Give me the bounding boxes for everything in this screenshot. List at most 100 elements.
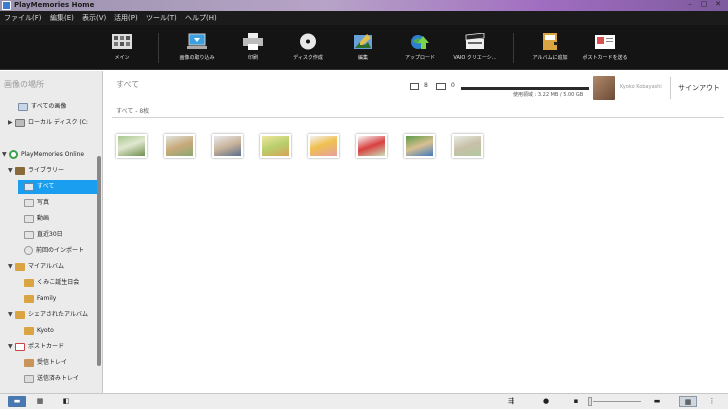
grid-view-icon[interactable]: ▦: [679, 396, 697, 407]
main-button[interactable]: メイン: [98, 25, 146, 70]
sidebar-item-label: 送信済みトレイ: [37, 375, 80, 382]
library-icon: [15, 166, 25, 175]
page-title: すべて: [116, 80, 140, 89]
sidebar-item-shared-albums[interactable]: ▼ シェアされたアルバム: [8, 308, 88, 322]
disk-icon: [15, 118, 25, 127]
sidebar-item-label: ポストカード: [28, 343, 65, 350]
export-icon[interactable]: ⇶: [502, 396, 520, 407]
menu-file[interactable]: ファイル(F): [4, 13, 42, 23]
sidebar-item-album-kumiko-birthday[interactable]: くみこ誕生日会: [24, 276, 79, 290]
import-button[interactable]: 画像の取り込み: [173, 25, 221, 70]
sidebar-item-playmemories-online[interactable]: ▼ PlayMemories Online: [2, 148, 84, 162]
video-icon: [24, 214, 34, 223]
account-name: Kyoko Kobayashi: [620, 84, 662, 90]
sidebar-item-last-import[interactable]: 前回のインポート: [24, 244, 84, 258]
postcard-folder-icon: [15, 342, 25, 351]
list-view-icon[interactable]: ⋮: [703, 396, 721, 407]
sidebar-item-library[interactable]: ▼ ライブラリー: [8, 164, 64, 178]
sidebar-item-sent[interactable]: 送信済みトレイ: [24, 372, 79, 386]
sidebar-item-my-album[interactable]: ▼ マイアルバム: [8, 260, 64, 274]
sidebar-heading: 画像の場所: [4, 80, 44, 89]
menu-tools[interactable]: ツール(T): [146, 13, 177, 23]
sidebar-item-all-images[interactable]: すべての画像: [18, 100, 66, 114]
zoom-slider-handle[interactable]: [588, 397, 592, 406]
sidebar-item-videos[interactable]: 動画: [24, 212, 49, 226]
toolbar-separator: [513, 33, 514, 63]
vaio-create-label: VAIO クリエーシ...: [453, 55, 497, 61]
print-button[interactable]: 印刷: [229, 25, 277, 70]
photo-thumbnail[interactable]: [260, 134, 291, 158]
photo-thumbnail[interactable]: [116, 134, 147, 158]
import-label: 画像の取り込み: [179, 55, 215, 61]
photo-thumbnail[interactable]: [404, 134, 435, 158]
small-thumbnails-icon[interactable]: ▪: [567, 396, 585, 407]
vaio-create-button[interactable]: VAIO クリエーシ...: [451, 25, 499, 70]
large-thumbnails-icon[interactable]: ▬: [648, 396, 666, 407]
collapse-arrow-icon[interactable]: ▼: [8, 308, 15, 322]
sidebar-item-postcards[interactable]: ▼ ポストカード: [8, 340, 64, 354]
sidebar-item-local-disk[interactable]: ▶ ローカル ディスク (C:: [8, 116, 88, 130]
disc-icon: [300, 33, 316, 50]
close-button[interactable]: ✕: [712, 0, 724, 9]
sidebar-scrollbar[interactable]: [97, 156, 101, 366]
sidebar-item-photos[interactable]: 写真: [24, 196, 49, 210]
add-to-album-button[interactable]: アルバムに追加: [526, 25, 574, 70]
photo-thumbnail[interactable]: [356, 134, 387, 158]
sidebar: 画像の場所 すべての画像 ▶ ローカル ディスク (C: ▼ PlayMemorie…: [0, 71, 103, 393]
sign-out-link[interactable]: サインアウト: [678, 83, 720, 93]
sidebar-item-label: 前回のインポート: [36, 247, 85, 254]
my-album-icon: [15, 262, 25, 271]
toolbar: メイン 画像の取り込み 印刷 ディスク作成 編集 アップロード VAIO クリエ…: [0, 25, 728, 70]
sidebar-item-label: ローカル ディスク (C:: [28, 119, 88, 126]
calendar-view-icon[interactable]: ▦: [31, 396, 49, 407]
photo-thumbnail[interactable]: [452, 134, 483, 158]
app-icon: [2, 1, 11, 10]
main-label: メイン: [114, 55, 130, 61]
sidebar-item-inbox[interactable]: 受信トレイ: [24, 356, 67, 370]
collapse-arrow-icon[interactable]: ▼: [8, 340, 15, 354]
all-images-icon: [18, 102, 28, 111]
sidebar-item-label: 受信トレイ: [37, 359, 68, 366]
collapse-arrow-icon[interactable]: ▼: [8, 260, 15, 274]
menu-view[interactable]: 表示(V): [82, 13, 106, 23]
title-bar: PlayMemories Home – □ ✕: [0, 0, 728, 11]
album-icon: [24, 294, 34, 303]
photo-count-icon: [410, 83, 419, 90]
photo-count: 8: [424, 82, 428, 89]
sidebar-item-last-30-days[interactable]: 直近30日: [24, 228, 63, 242]
vaio-create-icon: [465, 33, 485, 49]
toolbar-separator: [158, 33, 159, 63]
sidebar-item-album-family[interactable]: Family: [24, 292, 56, 306]
menu-bar: ファイル(F) 編集(E) 表示(V) 活用(P) ツール(T) ヘルプ(H): [0, 11, 728, 25]
upload-label: アップロード: [404, 55, 435, 61]
album-icon: [24, 326, 34, 335]
collapse-arrow-icon[interactable]: ▼: [8, 164, 15, 178]
maximize-button[interactable]: □: [698, 0, 710, 9]
content-divider: [112, 117, 724, 118]
info-icon[interactable]: ●: [537, 396, 555, 407]
photo-thumbnail[interactable]: [164, 134, 195, 158]
last-import-icon: [24, 246, 33, 255]
sidebar-item-all[interactable]: すべて: [18, 180, 97, 194]
disc-create-button[interactable]: ディスク作成: [284, 25, 332, 70]
upload-button[interactable]: アップロード: [396, 25, 444, 70]
menu-utilize[interactable]: 活用(P): [114, 13, 138, 23]
avatar: [593, 76, 615, 100]
zoom-slider[interactable]: [593, 401, 641, 402]
menu-edit[interactable]: 編集(E): [50, 13, 74, 23]
all-icon: [24, 182, 34, 191]
collapse-arrow-icon[interactable]: ▼: [2, 148, 9, 162]
folder-view-icon[interactable]: ▬: [8, 396, 26, 407]
edit-button[interactable]: 編集: [339, 25, 387, 70]
item-count: すべて - 8枚: [116, 108, 150, 115]
video-count-icon: [436, 83, 446, 90]
expand-arrow-icon[interactable]: ▶: [8, 116, 15, 130]
photo-thumbnail[interactable]: [308, 134, 339, 158]
minimize-button[interactable]: –: [684, 0, 696, 9]
photo-thumbnail[interactable]: [212, 134, 243, 158]
menu-help[interactable]: ヘルプ(H): [185, 13, 217, 23]
album-icon: [24, 278, 34, 287]
sidebar-item-album-kyoto[interactable]: Kyoto: [24, 324, 54, 338]
map-view-icon[interactable]: ◧: [57, 396, 75, 407]
send-postcard-button[interactable]: ポストカードを送る: [581, 25, 629, 70]
